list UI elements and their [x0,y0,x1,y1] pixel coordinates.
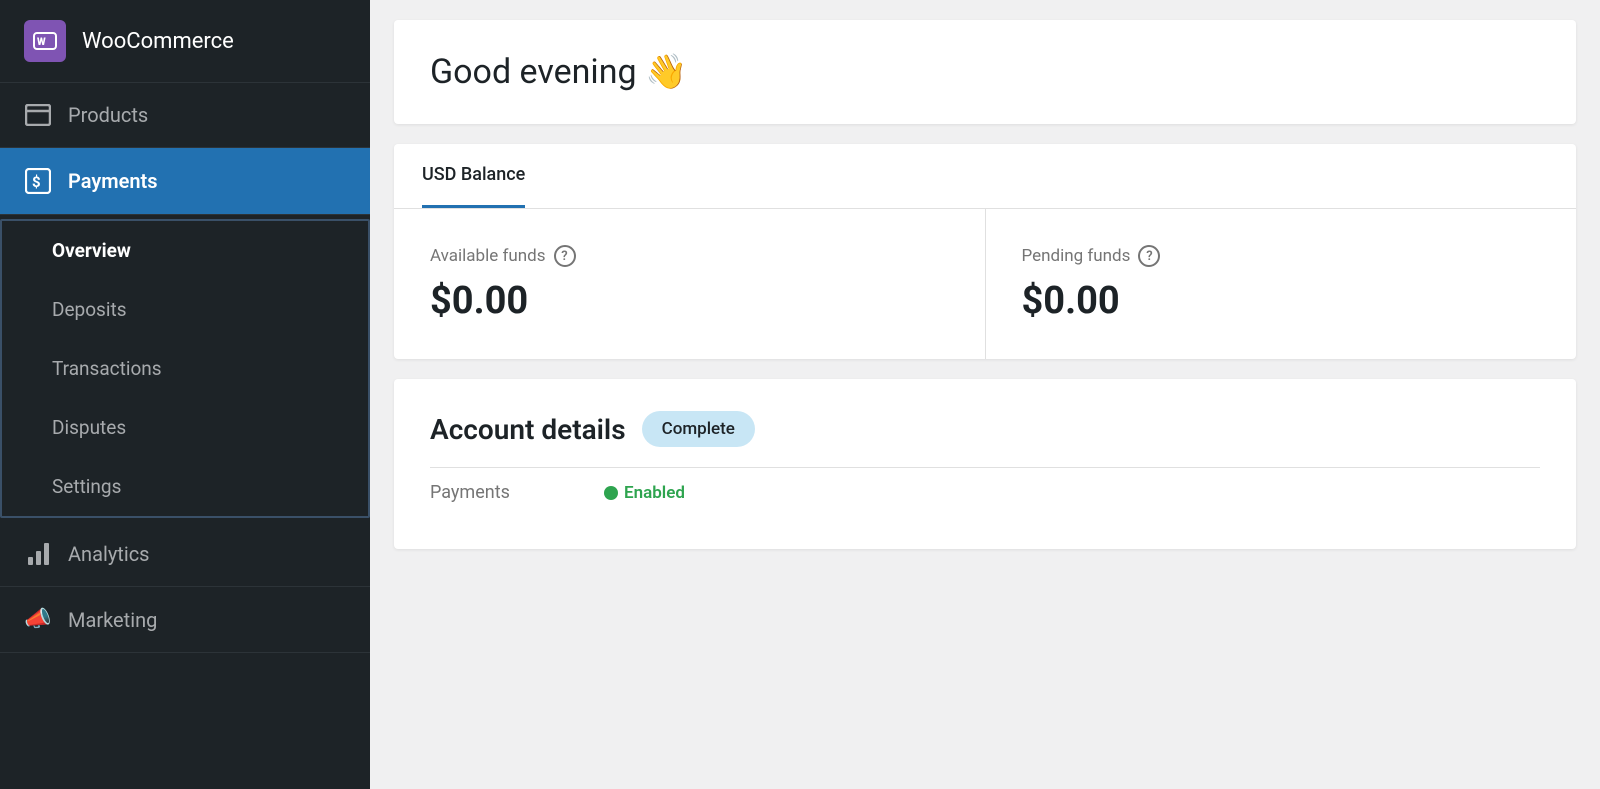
sidebar-title: WooCommerce [82,29,234,54]
balance-tabs: USD Balance [394,144,1576,209]
submenu-item-overview[interactable]: Overview [2,221,368,280]
submenu-item-settings[interactable]: Settings [2,457,368,516]
payments-section: $ Payments Overview Deposits Transaction… [0,148,370,522]
payments-row-label: Payments [430,482,590,503]
balance-card: USD Balance Available funds ? $0.00 Pend… [394,144,1576,359]
woo-icon: W [24,20,66,62]
complete-badge: Complete [642,411,755,447]
enabled-badge: Enabled [604,483,685,503]
available-funds-amount: $0.00 [430,279,949,323]
account-details-header: Account details Complete [430,411,1540,447]
greeting-text: Good evening 👋 [430,52,1540,92]
payments-row: Payments Enabled [430,467,1540,517]
balance-content: Available funds ? $0.00 Pending funds ? … [394,209,1576,359]
products-label: Products [68,103,148,127]
account-details-title: Account details [430,413,626,446]
products-icon [24,104,52,126]
analytics-icon [24,543,52,565]
submenu-item-disputes[interactable]: Disputes [2,398,368,457]
analytics-label: Analytics [68,542,150,566]
greeting-card: Good evening 👋 [394,20,1576,124]
sidebar-logo[interactable]: W WooCommerce [0,0,370,83]
payments-label: Payments [68,169,158,193]
sidebar-item-products[interactable]: Products [0,83,370,148]
available-funds-section: Available funds ? $0.00 [394,209,986,359]
usd-balance-tab[interactable]: USD Balance [422,144,525,208]
enabled-dot [604,486,618,500]
pending-funds-help-icon[interactable]: ? [1138,245,1160,267]
main-content: Good evening 👋 USD Balance Available fun… [370,0,1600,789]
submenu-item-transactions[interactable]: Transactions [2,339,368,398]
pending-funds-amount: $0.00 [1022,279,1541,323]
svg-text:W: W [37,37,46,48]
pending-funds-section: Pending funds ? $0.00 [986,209,1577,359]
payments-icon: $ [24,168,52,194]
payments-submenu: Overview Deposits Transactions Disputes … [0,219,370,518]
sidebar-item-payments[interactable]: $ Payments [0,148,370,215]
sidebar: W WooCommerce Products $ Payments [0,0,370,789]
greeting-emoji: 👋 [645,52,687,92]
megaphone-icon: 📣 [24,607,52,632]
pending-funds-label: Pending funds ? [1022,245,1541,267]
submenu-item-deposits[interactable]: Deposits [2,280,368,339]
svg-text:$: $ [32,173,41,191]
available-funds-label: Available funds ? [430,245,949,267]
sidebar-item-analytics[interactable]: Analytics [0,522,370,587]
sidebar-item-marketing[interactable]: 📣 Marketing [0,587,370,653]
available-funds-help-icon[interactable]: ? [554,245,576,267]
marketing-label: Marketing [68,608,157,632]
account-details-card: Account details Complete Payments Enable… [394,379,1576,549]
